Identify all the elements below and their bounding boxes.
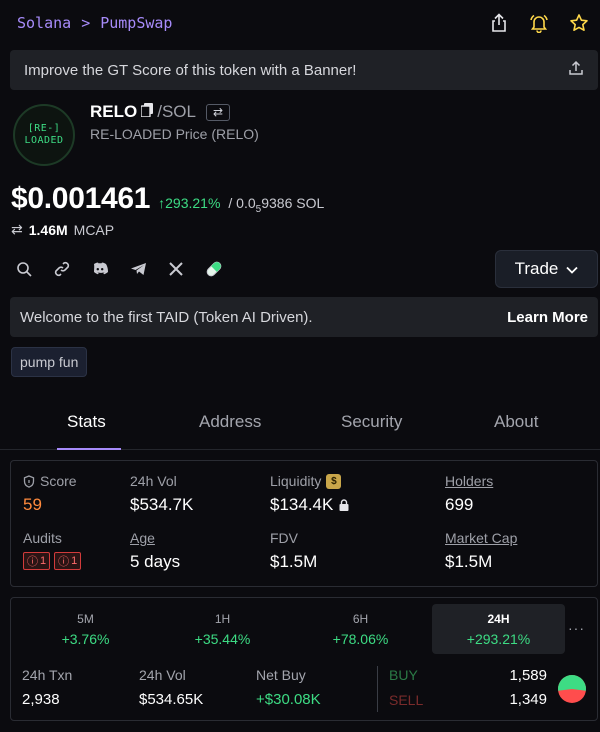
buy-sell-divider bbox=[377, 666, 378, 712]
perf-vol-value: $534.65K bbox=[139, 691, 204, 708]
fdv-cell: FDV $1.5M bbox=[270, 530, 317, 572]
token-subtitle: RE-LOADED Price (RELO) bbox=[90, 126, 259, 142]
buy-sell-pie bbox=[558, 675, 586, 703]
buy-label: BUY bbox=[389, 667, 418, 683]
vol-cell: 24h Vol $534.7K bbox=[130, 473, 193, 515]
taid-text: Welcome to the first TAID (Token AI Driv… bbox=[20, 308, 313, 326]
period-24h[interactable]: 24H +293.21% bbox=[432, 604, 565, 654]
swap-pair-icon[interactable]: ⇄ bbox=[205, 103, 230, 121]
score-label: Score bbox=[40, 473, 77, 489]
pump-fun-tag[interactable]: pump fun bbox=[11, 347, 88, 377]
alert-icon: ⓘ bbox=[58, 556, 70, 568]
gt-score-banner-text: Improve the GT Score of this token with … bbox=[24, 61, 357, 79]
perf-vol-cell: 24h Vol $534.65K bbox=[139, 667, 203, 708]
breadcrumb: Solana > PumpSwap bbox=[17, 14, 172, 32]
token-logo: [RE-] LOADED bbox=[13, 104, 75, 166]
audits-label: Audits bbox=[23, 530, 62, 546]
taid-banner: Welcome to the first TAID (Token AI Driv… bbox=[10, 297, 598, 337]
market-cap-value: $1.5M bbox=[445, 552, 493, 571]
fdv-label: FDV bbox=[270, 530, 298, 546]
discord-icon[interactable] bbox=[90, 259, 110, 279]
performance-panel: 5M +3.76% 1H +35.44% 6H +78.06% 24H +293… bbox=[10, 597, 598, 721]
social-links bbox=[14, 259, 224, 279]
more-options-icon[interactable]: ··· bbox=[568, 620, 585, 636]
tab-about[interactable]: About bbox=[494, 412, 538, 432]
period-5m[interactable]: 5M +3.76% bbox=[19, 604, 152, 654]
mcap-label: MCAP bbox=[73, 221, 115, 238]
age-cell: Age 5 days bbox=[130, 530, 180, 572]
liquidity-cell: Liquidity $ $134.4K bbox=[270, 473, 349, 515]
trade-button[interactable]: Trade bbox=[495, 250, 598, 288]
lock-icon bbox=[339, 499, 349, 511]
tab-security[interactable]: Security bbox=[341, 412, 402, 432]
breadcrumb-dex[interactable]: PumpSwap bbox=[100, 14, 172, 32]
liquidity-value: $134.4K bbox=[270, 495, 334, 514]
net-buy-value: +$30.08K bbox=[256, 691, 321, 708]
pie-buy-slice bbox=[558, 675, 586, 691]
tab-stats[interactable]: Stats bbox=[67, 412, 106, 432]
alert-icon: ⓘ bbox=[27, 556, 38, 568]
age-label[interactable]: Age bbox=[130, 530, 180, 546]
trade-button-label: Trade bbox=[514, 259, 559, 278]
vol-value: $534.7K bbox=[130, 495, 194, 514]
price-row: $0.001461 ↑293.21% / 0.059386 SOL bbox=[11, 182, 324, 216]
money-bag-icon: $ bbox=[326, 473, 342, 489]
liquidity-label: Liquidity bbox=[270, 473, 322, 489]
chevron-down-icon bbox=[566, 259, 579, 279]
search-icon[interactable] bbox=[14, 259, 34, 279]
audit-warning-badge[interactable]: ⓘ 1 bbox=[54, 552, 82, 570]
breadcrumb-separator: > bbox=[81, 14, 91, 32]
sell-label: SELL bbox=[389, 692, 424, 708]
gt-score-banner[interactable]: Improve the GT Score of this token with … bbox=[10, 50, 598, 90]
exchange-icon: ⇄ bbox=[11, 221, 23, 237]
audits-cell: Audits ⓘ 1 ⓘ 1 bbox=[23, 530, 82, 570]
period-6h[interactable]: 6H +78.06% bbox=[294, 604, 427, 654]
telegram-icon[interactable] bbox=[128, 259, 148, 279]
link-icon[interactable] bbox=[52, 259, 72, 279]
score-value: 59 bbox=[23, 495, 42, 514]
pill-icon[interactable] bbox=[204, 259, 224, 279]
audit-warning-badge[interactable]: ⓘ 1 bbox=[23, 552, 51, 570]
buy-count: 1,589 bbox=[509, 667, 547, 684]
vol-label: 24h Vol bbox=[130, 473, 177, 489]
net-buy-label: Net Buy bbox=[256, 667, 306, 683]
sell-count: 1,349 bbox=[509, 691, 547, 708]
upload-icon[interactable] bbox=[568, 60, 584, 80]
copy-icon[interactable] bbox=[140, 102, 154, 122]
star-icon[interactable] bbox=[568, 12, 590, 34]
active-tab-indicator bbox=[57, 448, 121, 450]
net-buy-cell: Net Buy +$30.08K bbox=[256, 667, 321, 708]
learn-more-link[interactable]: Learn More bbox=[507, 309, 588, 326]
token-symbol: RELO bbox=[90, 102, 138, 121]
shield-icon bbox=[23, 474, 35, 488]
txn-label: 24h Txn bbox=[22, 667, 73, 683]
detail-tabs: Stats Address Security About bbox=[0, 400, 600, 450]
token-price: $0.001461 bbox=[11, 182, 151, 215]
txn-value: 2,938 bbox=[22, 691, 60, 708]
mcap-row: ⇄ 1.46M MCAP bbox=[11, 221, 114, 238]
token-name-row: RELO /SOL ⇄ bbox=[90, 102, 230, 122]
holders-label[interactable]: Holders bbox=[445, 473, 493, 489]
tab-address[interactable]: Address bbox=[199, 412, 261, 432]
perf-vol-label: 24h Vol bbox=[139, 667, 186, 683]
mcap-value: 1.46M bbox=[28, 221, 68, 238]
share-icon[interactable] bbox=[488, 12, 510, 34]
market-cap-label[interactable]: Market Cap bbox=[445, 530, 517, 546]
header-actions bbox=[488, 12, 590, 34]
bell-icon[interactable] bbox=[528, 12, 550, 34]
x-icon[interactable] bbox=[166, 259, 186, 279]
token-pair: /SOL bbox=[157, 102, 196, 121]
score-cell: Score 59 bbox=[23, 473, 77, 515]
price-change: ↑293.21% bbox=[158, 195, 221, 211]
holders-value: 699 bbox=[445, 495, 474, 514]
stats-panel: Score 59 24h Vol $534.7K Liquidity $ $13… bbox=[10, 460, 598, 587]
period-1h[interactable]: 1H +35.44% bbox=[156, 604, 289, 654]
market-cap-cell: Market Cap $1.5M bbox=[445, 530, 517, 572]
price-in-sol: / 0.059386 SOL bbox=[228, 195, 325, 215]
breadcrumb-chain[interactable]: Solana bbox=[17, 14, 71, 32]
holders-cell: Holders 699 bbox=[445, 473, 493, 515]
txn-cell: 24h Txn 2,938 bbox=[22, 667, 72, 708]
age-value: 5 days bbox=[130, 552, 181, 571]
fdv-value: $1.5M bbox=[270, 552, 318, 571]
